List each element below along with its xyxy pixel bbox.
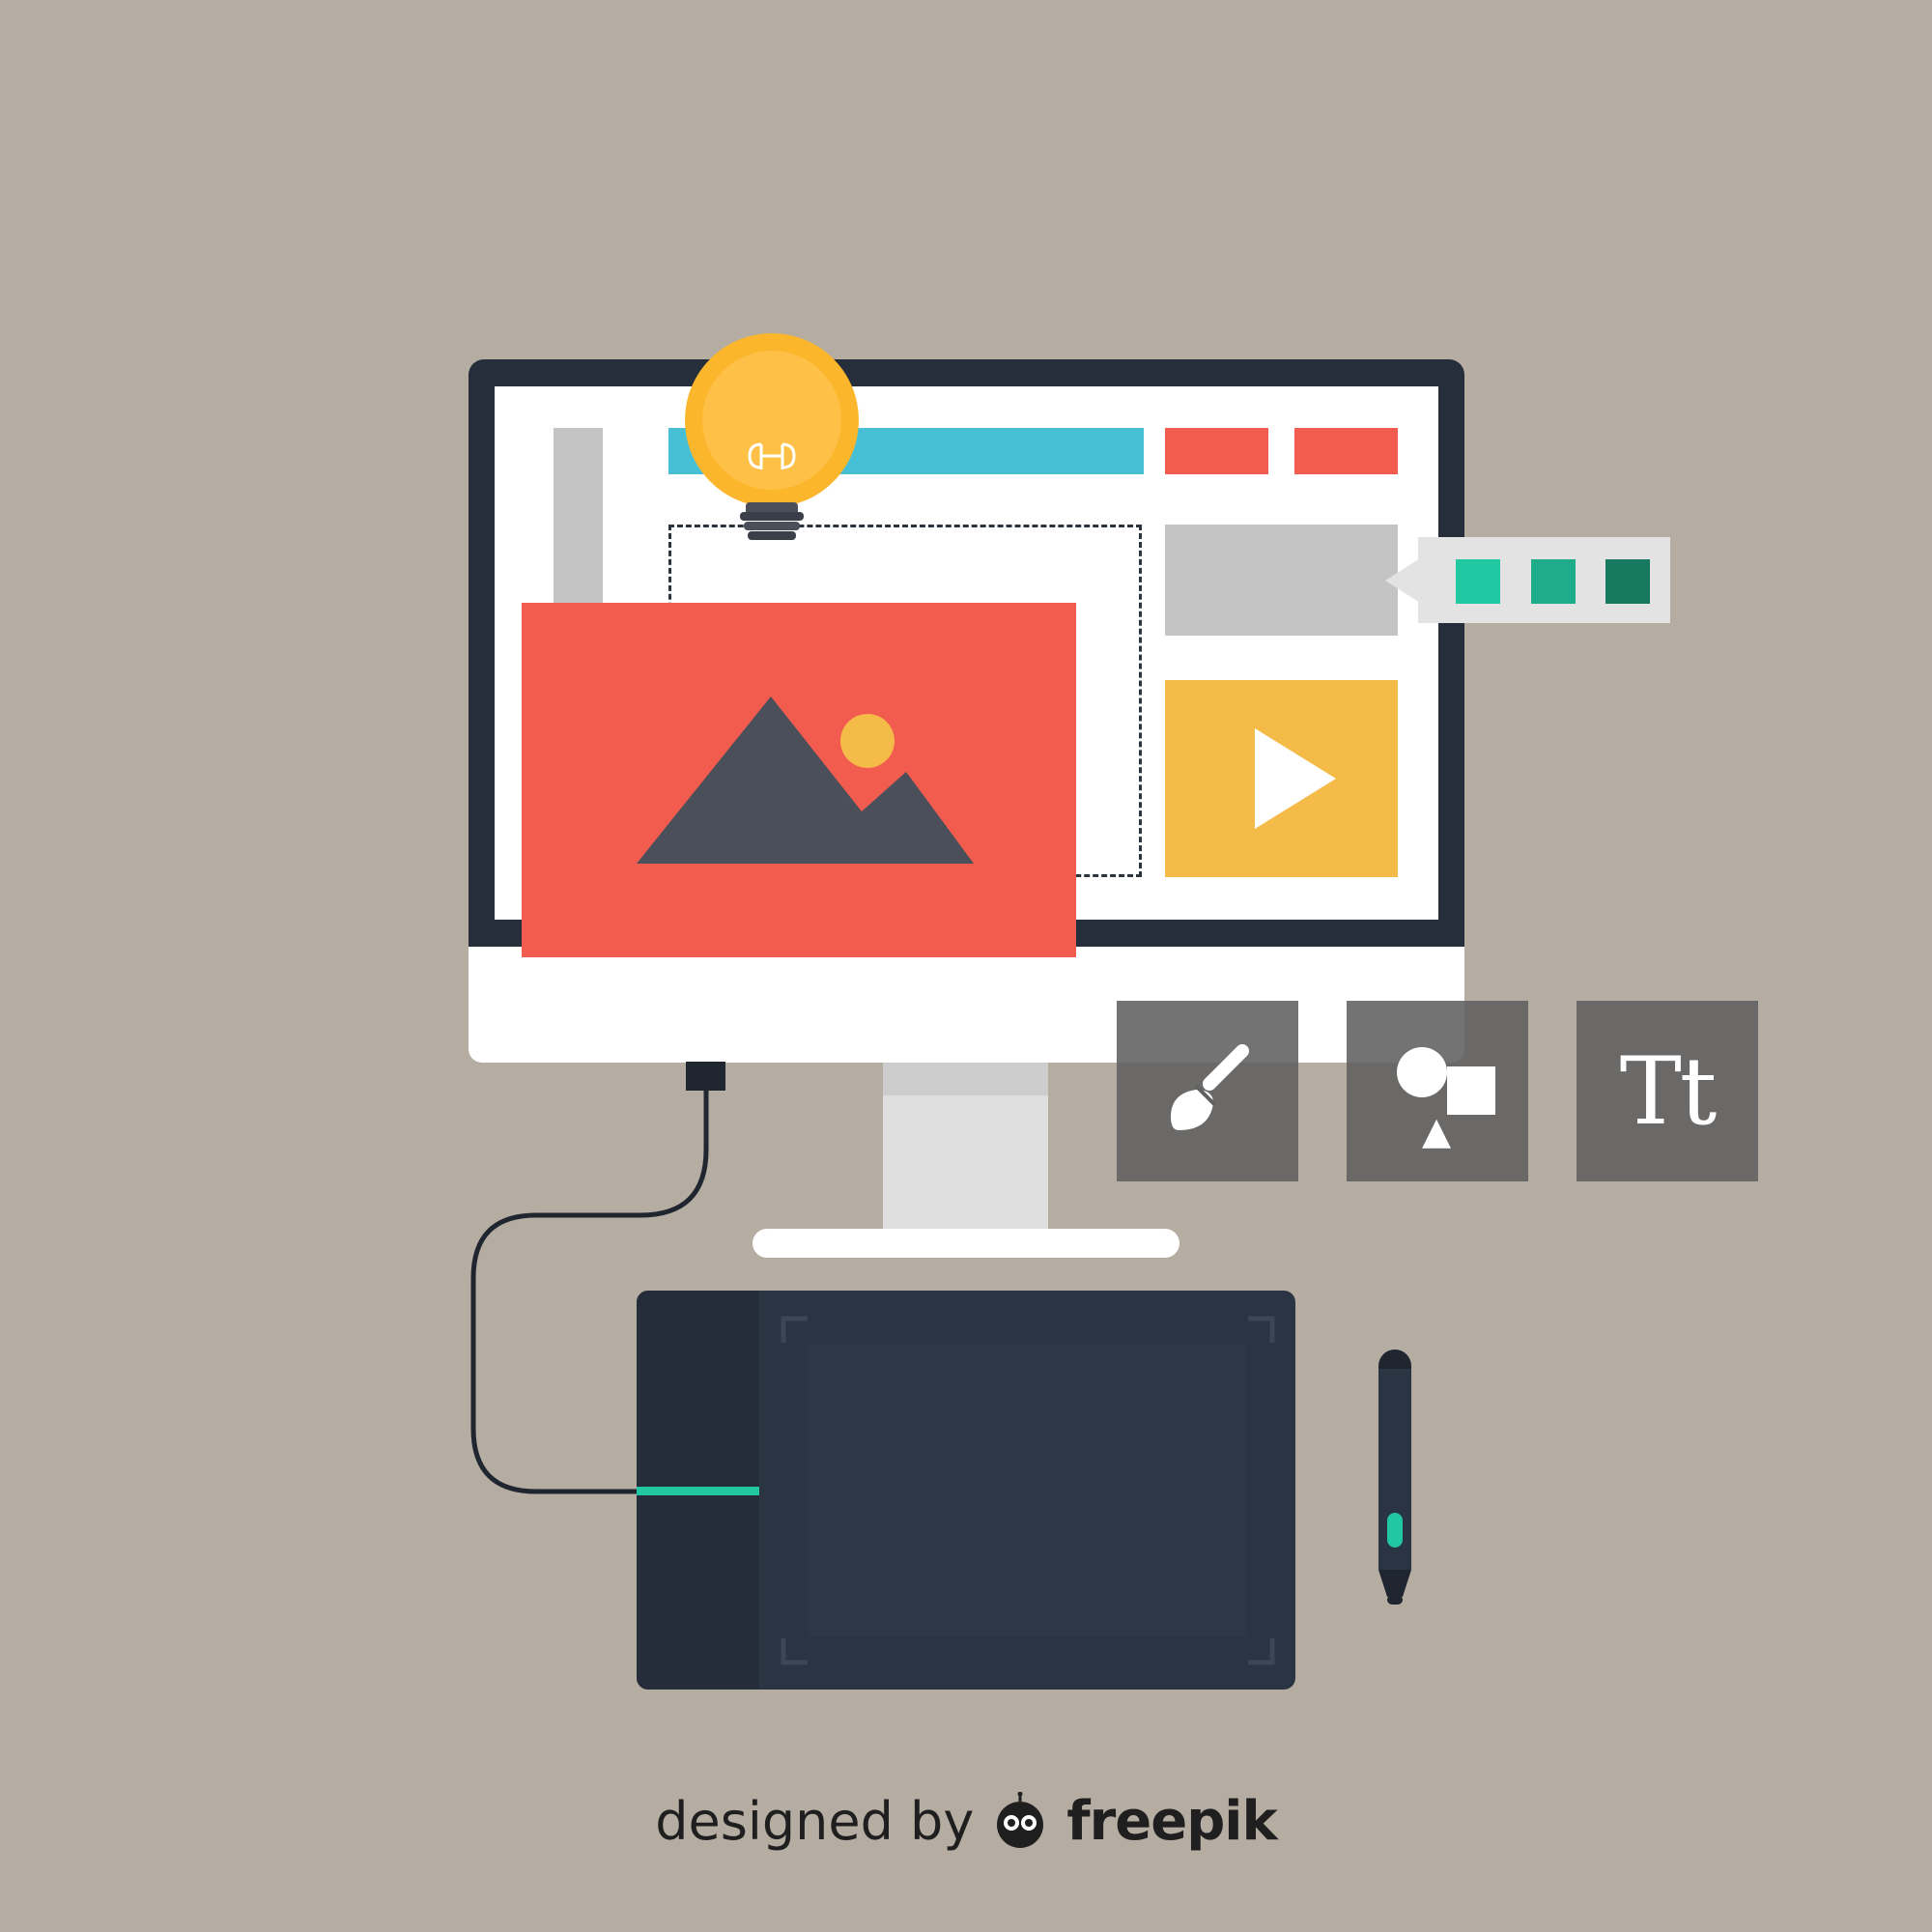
credit-line: designed by freepik bbox=[0, 1782, 1932, 1860]
text-tool-icon: Tt bbox=[1619, 1037, 1718, 1146]
nav-button-2[interactable] bbox=[1294, 428, 1398, 474]
video-panel[interactable] bbox=[1165, 680, 1398, 877]
lightbulb-icon bbox=[685, 333, 859, 540]
swatch-medium[interactable] bbox=[1531, 559, 1576, 604]
image-card[interactable] bbox=[522, 603, 1076, 957]
shapes-tool-button[interactable] bbox=[1347, 1001, 1528, 1181]
freepik-logo-icon bbox=[997, 1792, 1044, 1848]
play-icon bbox=[1255, 728, 1336, 829]
tablet-indicator-light bbox=[637, 1487, 759, 1495]
credit-brand: freepik bbox=[1066, 1789, 1277, 1853]
stand-shadow bbox=[883, 1063, 1048, 1095]
image-icon bbox=[637, 696, 974, 864]
swatch-light[interactable] bbox=[1456, 559, 1500, 604]
usb-plug bbox=[686, 1062, 725, 1091]
stylus-pen-icon[interactable] bbox=[1376, 1348, 1414, 1608]
stand-base bbox=[753, 1229, 1179, 1258]
content-panel bbox=[1165, 525, 1398, 636]
tablet-corner-marks bbox=[781, 1316, 1275, 1665]
credit-prefix: designed by bbox=[655, 1790, 975, 1852]
paintbrush-icon bbox=[1171, 1043, 1249, 1130]
monitor-chin bbox=[469, 947, 1464, 1063]
brush-tool-button[interactable] bbox=[1117, 1001, 1298, 1181]
nav-button-1[interactable] bbox=[1165, 428, 1268, 474]
text-tool-button[interactable]: Tt bbox=[1577, 1001, 1758, 1181]
popup-pointer bbox=[1385, 558, 1420, 603]
swatch-dark[interactable] bbox=[1605, 559, 1650, 604]
shapes-icon bbox=[1397, 1046, 1495, 1149]
